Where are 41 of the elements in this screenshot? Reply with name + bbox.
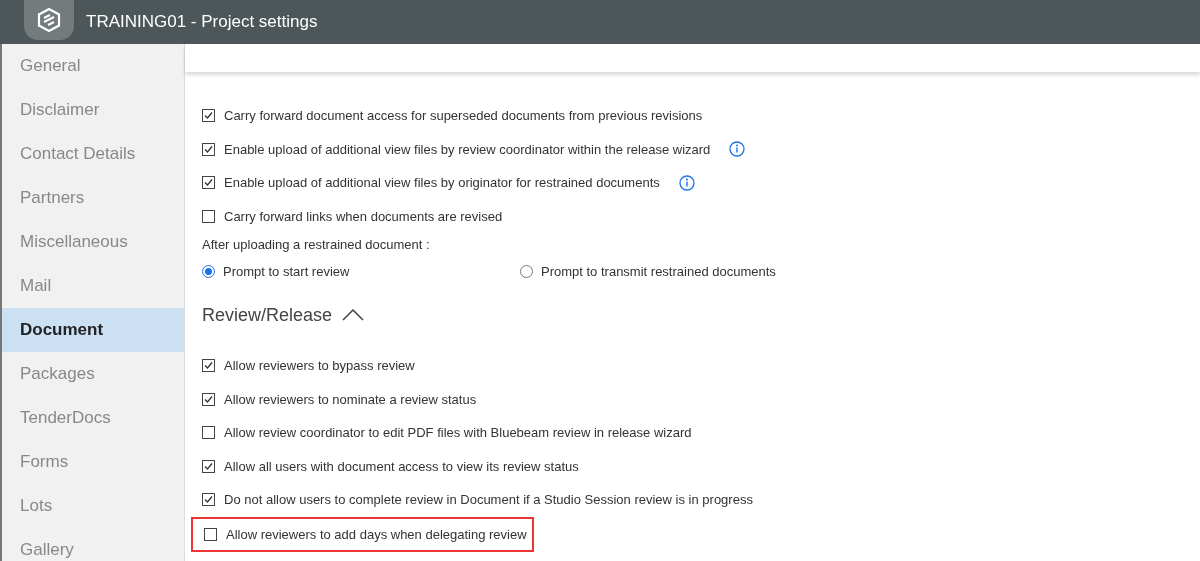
checkbox[interactable] xyxy=(202,176,215,190)
option-label: Allow all users with document access to view its review status xyxy=(224,458,579,474)
sidebar-item[interactable]: Partners xyxy=(2,176,184,220)
checkbox[interactable] xyxy=(202,142,215,156)
sidebar-item[interactable]: TenderDocs xyxy=(2,396,184,440)
checkbox[interactable] xyxy=(202,459,215,473)
sidebar-item[interactable]: Contact Details xyxy=(2,132,184,176)
sidebar-item[interactable]: General xyxy=(2,44,184,88)
radio-label: Prompt to start review xyxy=(223,263,350,279)
sidebar-item[interactable]: Mail xyxy=(2,264,184,308)
checkbox[interactable] xyxy=(202,359,215,373)
sidebar-item[interactable]: Document xyxy=(2,308,184,352)
sidebar-item[interactable]: Lots xyxy=(2,484,184,528)
option-label: Do not allow users to complete review in Document if a Studio Session review is in progress xyxy=(224,492,753,508)
logo-icon xyxy=(24,0,74,40)
option-label: Enable upload of additional view files by originator for restrained documents xyxy=(224,175,660,191)
chevron-up-icon[interactable] xyxy=(342,309,365,321)
sidebar-item[interactable]: Forms xyxy=(2,440,184,484)
option-label: Allow review coordinator to edit PDF files with Bluebeam review in release wizard xyxy=(224,425,692,441)
info-icon[interactable] xyxy=(729,141,746,158)
option-label: Carry forward document access for superseded documents from previous revisions xyxy=(224,108,703,124)
sidebar-item[interactable]: Gallery xyxy=(2,528,184,561)
section-label: After uploading a restrained document : xyxy=(202,235,431,254)
checkbox[interactable] xyxy=(204,527,217,541)
window-title: TRAINING01 - Project settings xyxy=(86,12,318,32)
checkbox[interactable] xyxy=(202,493,215,507)
checkbox[interactable] xyxy=(202,109,215,123)
option-label: Enable upload of additional view files by review coordinator within the release wizard xyxy=(224,141,711,157)
checkbox[interactable] xyxy=(202,426,215,440)
option-label: Allow reviewers to nominate a review status xyxy=(224,391,477,407)
checkbox[interactable] xyxy=(202,392,215,406)
sidebar-item[interactable]: Disclaimer xyxy=(2,88,184,132)
checkbox[interactable] xyxy=(202,209,215,223)
sidebar-item[interactable]: Packages xyxy=(2,352,184,396)
option-label: Carry forward links when documents are revised xyxy=(224,208,503,224)
radio-label: Prompt to transmit restrained documents xyxy=(541,263,776,279)
option-label: Allow reviewers to add days when delegating review xyxy=(226,526,527,542)
section-title: Review/Release xyxy=(202,304,333,326)
option-label: Allow reviewers to bypass review xyxy=(224,358,415,374)
sidebar-item[interactable]: Miscellaneous xyxy=(2,220,184,264)
info-icon[interactable] xyxy=(678,174,695,191)
